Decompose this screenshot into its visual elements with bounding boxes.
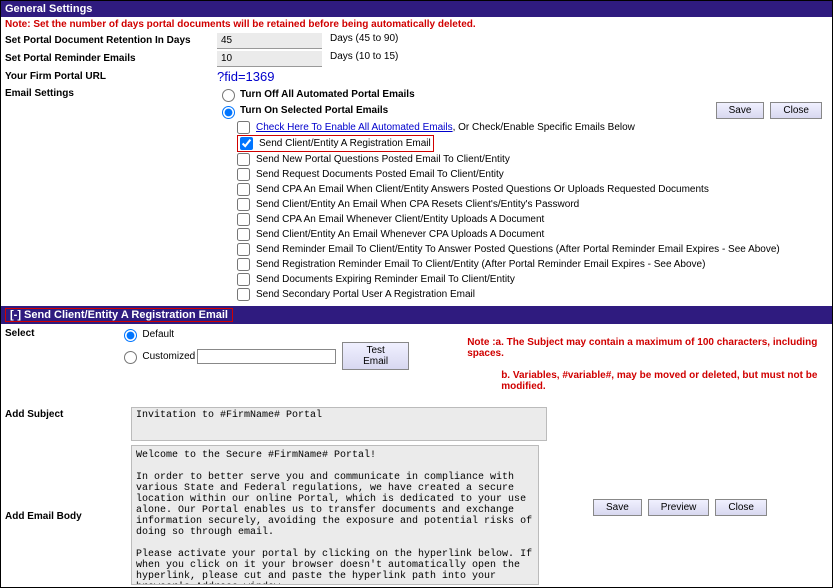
opt-8-label: Send Registration Reminder Email To Clie… xyxy=(256,258,705,272)
check-all-checkbox[interactable] xyxy=(237,121,250,134)
retention-input[interactable] xyxy=(217,33,322,49)
opt-2-checkbox[interactable] xyxy=(237,168,250,181)
opt-9-label: Send Documents Expiring Reminder Email T… xyxy=(256,273,515,287)
note-a: Note :a. The Subject may contain a maxim… xyxy=(467,337,828,359)
opt-2-label: Send Request Documents Posted Email To C… xyxy=(256,168,504,182)
check-all-suffix: , Or Check/Enable Specific Emails Below xyxy=(453,122,635,133)
turn-off-label: Turn Off All Automated Portal Emails xyxy=(240,89,415,100)
save-button[interactable]: Save xyxy=(716,102,765,119)
opt-4-checkbox[interactable] xyxy=(237,198,250,211)
default-radio[interactable] xyxy=(124,329,137,342)
turn-on-radio[interactable] xyxy=(222,106,235,119)
opt-8-checkbox[interactable] xyxy=(237,258,250,271)
email-options-group: Check Here To Enable All Automated Email… xyxy=(233,120,832,306)
customized-radio[interactable] xyxy=(124,351,137,364)
close-button-2[interactable]: Close xyxy=(715,499,767,516)
body-label: Add Email Body xyxy=(5,509,131,522)
retention-label: Set Portal Document Retention In Days xyxy=(5,33,217,46)
opt-9-checkbox[interactable] xyxy=(237,273,250,286)
opt-4-label: Send Client/Entity An Email When CPA Res… xyxy=(256,198,579,212)
opt-3-checkbox[interactable] xyxy=(237,183,250,196)
select-label: Select xyxy=(5,326,119,403)
email-settings-label: Email Settings xyxy=(5,86,217,99)
reminder-label: Set Portal Reminder Emails xyxy=(5,51,217,64)
preview-button[interactable]: Preview xyxy=(648,499,710,516)
save-button-2[interactable]: Save xyxy=(593,499,642,516)
subject-label: Add Subject xyxy=(5,407,131,441)
turn-off-radio[interactable] xyxy=(222,89,235,102)
opt-1-label: Send New Portal Questions Posted Email T… xyxy=(256,153,510,167)
opt-1-checkbox[interactable] xyxy=(237,153,250,166)
note-b: b. Variables, #variable#, may be moved o… xyxy=(467,370,828,392)
customized-input[interactable] xyxy=(197,349,336,364)
reminder-input[interactable] xyxy=(217,51,322,67)
opt-0-label: Send Client/Entity A Registration Email xyxy=(259,137,431,151)
opt-10-label: Send Secondary Portal User A Registratio… xyxy=(256,288,475,302)
check-all-link[interactable]: Check Here To Enable All Automated Email… xyxy=(256,122,453,133)
customized-label: Customized xyxy=(142,351,195,362)
body-textarea[interactable] xyxy=(131,445,539,585)
default-label: Default xyxy=(142,329,174,340)
opt-3-label: Send CPA An Email When Client/Entity Ans… xyxy=(256,183,709,197)
firm-url: ?fid=1369 xyxy=(217,69,274,84)
reminder-hint: Days (10 to 15) xyxy=(330,51,398,62)
retention-warning: Note: Set the number of days portal docu… xyxy=(1,17,832,32)
opt-5-label: Send CPA An Email Whenever Client/Entity… xyxy=(256,213,544,227)
opt-6-checkbox[interactable] xyxy=(237,228,250,241)
url-label: Your Firm Portal URL xyxy=(5,69,217,82)
opt-7-label: Send Reminder Email To Client/Entity To … xyxy=(256,243,780,257)
opt-6-label: Send Client/Entity An Email Whenever CPA… xyxy=(256,228,544,242)
opt-7-checkbox[interactable] xyxy=(237,243,250,256)
test-email-button[interactable]: Test Email xyxy=(342,342,409,370)
opt-0-checkbox[interactable] xyxy=(240,137,253,150)
opt-5-checkbox[interactable] xyxy=(237,213,250,226)
subsection-header: [-] Send Client/Entity A Registration Em… xyxy=(1,306,832,324)
opt-10-checkbox[interactable] xyxy=(237,288,250,301)
close-button[interactable]: Close xyxy=(770,102,822,119)
retention-hint: Days (45 to 90) xyxy=(330,33,398,44)
general-settings-header: General Settings xyxy=(1,1,832,17)
turn-on-label: Turn On Selected Portal Emails xyxy=(240,105,388,116)
subject-input[interactable] xyxy=(131,407,547,441)
